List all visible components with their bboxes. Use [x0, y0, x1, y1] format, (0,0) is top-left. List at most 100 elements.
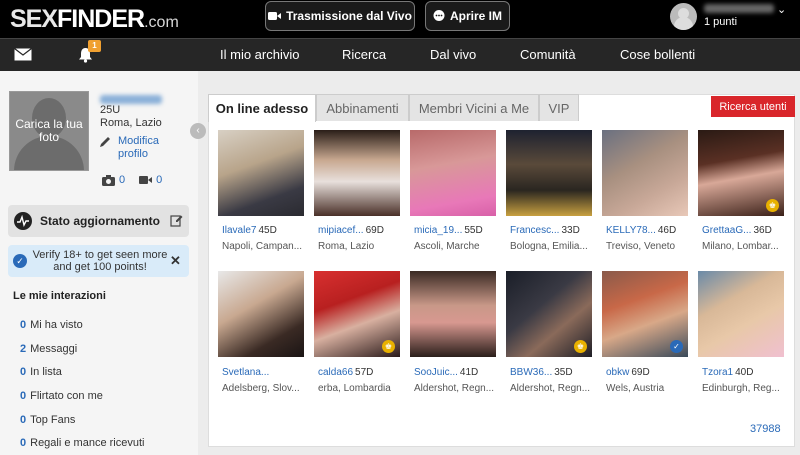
search-users-button[interactable]: Ricerca utenti	[711, 96, 795, 117]
left-sidebar: Carica la tua foto 25U Roma, Lazio Modif…	[0, 71, 206, 455]
photo-count[interactable]: 0	[119, 174, 125, 186]
status-update-title: Stato aggiornamento	[40, 214, 161, 228]
member-name-link[interactable]: KELLY78... 46D	[606, 225, 676, 236]
member-name-link[interactable]: micia_19... 55D	[414, 225, 483, 236]
mail-icon[interactable]	[14, 48, 32, 61]
verify-age-text: Verify 18+ to get seen more and get 100 …	[32, 249, 168, 273]
member-name-link[interactable]: Ilavale7 45D	[222, 225, 277, 236]
member-name: KELLY78...	[606, 225, 656, 236]
member-name: obkw	[606, 367, 630, 378]
interaction-count: 0	[20, 390, 27, 402]
member-age: 46D	[657, 225, 677, 236]
live-broadcast-button[interactable]: Trasmissione dal Vivo	[265, 1, 415, 31]
member-name: Svetlana...	[222, 367, 270, 378]
member-photo[interactable]	[410, 271, 496, 357]
member-name-link[interactable]: Tzora1 40D	[702, 367, 753, 378]
member-age: 41D	[459, 367, 479, 378]
nav-my-archive[interactable]: Il mio archivio	[220, 47, 299, 62]
total-members-link[interactable]: 37988	[750, 423, 781, 435]
profile-name-blurred[interactable]	[100, 95, 162, 104]
live-broadcast-label: Trasmissione dal Vivo	[286, 9, 412, 23]
close-icon[interactable]: ✕	[170, 253, 181, 269]
member-name-link[interactable]: calda66 57D	[318, 367, 373, 378]
member-photo[interactable]	[410, 130, 496, 216]
edit-profile-label: Modifica profilo	[118, 135, 159, 160]
member-location: Edinburgh, Reg...	[702, 383, 780, 394]
chat-bubble-icon	[433, 10, 445, 21]
nav-community[interactable]: Comunità	[520, 47, 576, 62]
tab-matches[interactable]: Abbinamenti	[316, 94, 409, 121]
member-name: mipiacef...	[318, 225, 364, 236]
nav-hot-stuff[interactable]: Cose bollenti	[620, 47, 695, 62]
interaction-label: Messaggi	[30, 343, 78, 355]
open-im-button[interactable]: Aprire IM	[425, 1, 510, 31]
member-name-link[interactable]: GrettaaG... 36D	[702, 225, 772, 236]
video-icon[interactable]	[139, 175, 153, 185]
tab-online-now[interactable]: On line adesso	[208, 94, 316, 122]
member-name-link[interactable]: Svetlana...	[222, 367, 271, 378]
member-location: Ascoli, Marche	[414, 241, 480, 252]
upload-photo-placeholder[interactable]: Carica la tua foto	[9, 91, 89, 171]
top-bar: SEXFINDER.com Trasmissione dal Vivo Apri…	[0, 0, 800, 38]
interaction-count: 2	[20, 343, 27, 355]
member-photo[interactable]	[506, 130, 592, 216]
member-location: Wels, Austria	[606, 383, 665, 394]
interaction-count: 0	[20, 319, 27, 331]
video-count[interactable]: 0	[156, 174, 162, 186]
member-name-link[interactable]: mipiacef... 69D	[318, 225, 384, 236]
activity-pulse-icon	[14, 212, 32, 230]
member-photo[interactable]	[602, 130, 688, 216]
member-name-link[interactable]: Francesc... 33D	[510, 225, 580, 236]
interactions-title: Le mie interazioni	[13, 290, 106, 302]
member-name: Ilavale7	[222, 225, 257, 236]
member-age: 35D	[554, 367, 573, 378]
member-location: Aldershot, Regn...	[414, 383, 495, 394]
member-name-link[interactable]: obkw 69D	[606, 367, 650, 378]
profile-age-gender: 25U	[100, 104, 121, 116]
interaction-count: 0	[20, 366, 27, 378]
member-location: Roma, Lazio	[318, 241, 375, 252]
tab-vip[interactable]: VIP	[539, 94, 579, 121]
pencil-icon	[100, 137, 110, 147]
member-location: Napoli, Campan...	[222, 241, 303, 252]
camera-icon[interactable]	[102, 174, 115, 186]
site-logo[interactable]: SEXFINDER.com	[10, 5, 179, 34]
user-avatar[interactable]	[670, 3, 697, 30]
member-name: Tzora1	[702, 367, 734, 378]
interaction-label: Top Fans	[30, 414, 76, 426]
interaction-item[interactable]: 0 Mi ha visto	[20, 319, 83, 331]
nav-search[interactable]: Ricerca	[342, 47, 386, 62]
interaction-label: Mi ha visto	[30, 319, 83, 331]
video-camera-icon	[268, 12, 282, 20]
interaction-item[interactable]: 0 Regali e mance ricevuti	[20, 437, 144, 449]
member-location: Aldershot, Regn...	[510, 383, 591, 394]
interaction-label: In lista	[30, 366, 62, 378]
interaction-item[interactable]: 2 Messaggi	[20, 343, 77, 355]
interaction-label: Regali e mance ricevuti	[30, 437, 145, 449]
member-photo[interactable]	[314, 130, 400, 216]
member-photo[interactable]	[218, 271, 304, 357]
main-nav: 1 Il mio archivio Ricerca Dal vivo Comun…	[0, 38, 800, 71]
member-photo[interactable]	[698, 271, 784, 357]
user-name-blurred[interactable]	[704, 4, 774, 13]
verify-age-banner[interactable]: ✓ Verify 18+ to get seen more and get 10…	[8, 245, 189, 277]
member-name-link[interactable]: BBW36... 35D	[510, 367, 573, 378]
edit-status-icon[interactable]	[170, 214, 183, 227]
member-age: 57D	[355, 367, 374, 378]
collapse-sidebar-button[interactable]: ‹	[190, 123, 206, 139]
edit-profile-link[interactable]: Modifica profilo	[99, 135, 162, 161]
member-age: 69D	[365, 225, 384, 236]
status-update-box[interactable]: Stato aggiornamento	[8, 205, 189, 237]
interaction-item[interactable]: 0 Flirtato con me	[20, 390, 103, 402]
tab-members-near-me[interactable]: Membri Vicini a Me	[409, 94, 539, 121]
crown-icon: ♚	[574, 340, 587, 353]
check-circle-icon: ✓	[13, 254, 27, 268]
chevron-down-icon[interactable]: ⌄	[777, 3, 786, 16]
interaction-item[interactable]: 0 In lista	[20, 366, 62, 378]
interaction-item[interactable]: 0 Top Fans	[20, 414, 75, 426]
profile-location: Roma, Lazio	[100, 117, 162, 129]
member-location: erba, Lombardia	[318, 383, 391, 394]
member-photo[interactable]	[218, 130, 304, 216]
nav-live[interactable]: Dal vivo	[430, 47, 476, 62]
member-name-link[interactable]: SooJuic... 41D	[414, 367, 478, 378]
